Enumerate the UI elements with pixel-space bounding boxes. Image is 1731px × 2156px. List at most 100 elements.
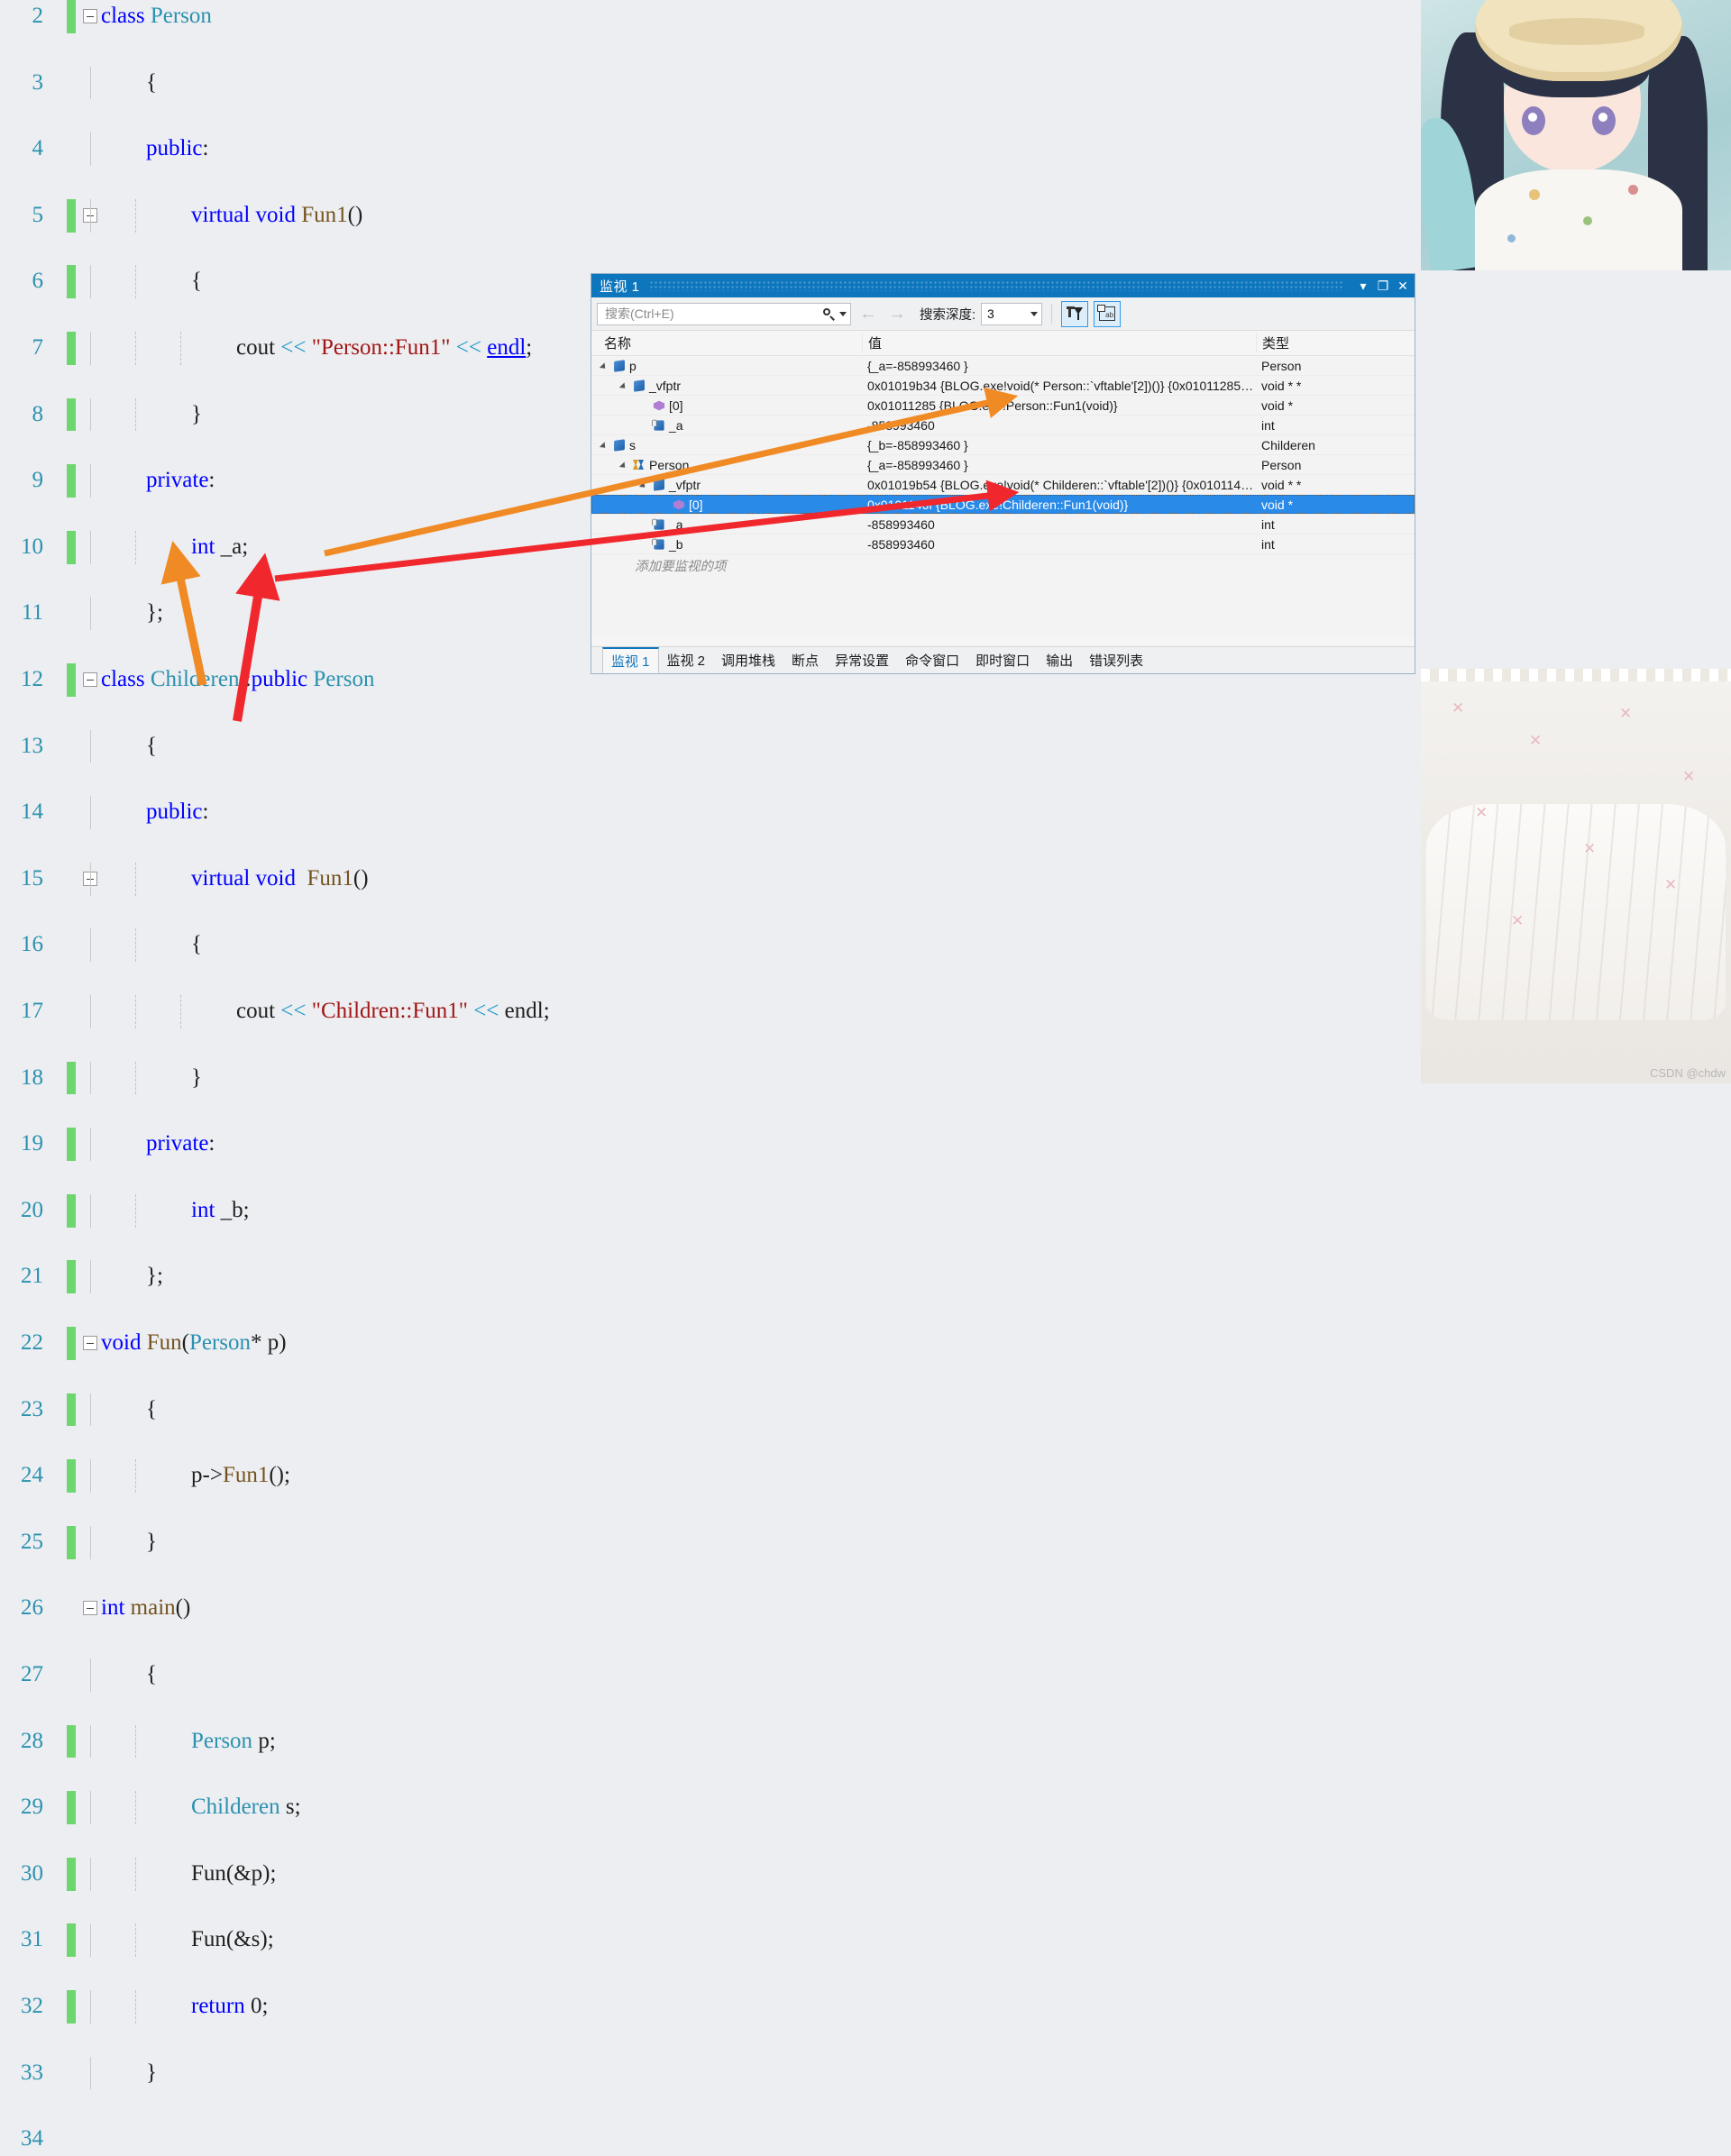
expander-open-icon[interactable] bbox=[620, 461, 629, 470]
fold-toggle-icon[interactable] bbox=[83, 1601, 97, 1616]
watch-row-value[interactable]: -858993460 bbox=[862, 517, 1256, 532]
code-line[interactable]: 29 Childeren s; bbox=[0, 1791, 1118, 1824]
debug-window-tabstrip[interactable]: 监视 1 监视 2 调用堆栈 断点 异常设置 命令窗口 即时窗口 输出 错误列表 bbox=[591, 646, 1415, 673]
code-line[interactable]: 30 Fun(&p); bbox=[0, 1857, 1118, 1891]
tab-4[interactable]: 断点 bbox=[783, 647, 827, 673]
code-line[interactable]: 32 return 0; bbox=[0, 1989, 1118, 2024]
code-line[interactable]: 2 class Person bbox=[0, 0, 1118, 33]
watch-row[interactable]: _b -858993460 int bbox=[591, 534, 1415, 554]
watch-row[interactable]: p {_a=-858993460 } Person bbox=[591, 356, 1415, 376]
code-line[interactable]: 25} bbox=[0, 1525, 1118, 1559]
watch-row-name-cell[interactable]: _vfptr bbox=[591, 379, 862, 393]
search-forward-arrow-icon[interactable]: → bbox=[885, 304, 909, 324]
watch-row-value[interactable]: 0x01019b54 {BLOG.exe!void(* Childeren::`… bbox=[862, 478, 1256, 492]
watch-row[interactable]: _vfptr 0x01019b54 {BLOG.exe!void(* Childe… bbox=[591, 475, 1415, 495]
code-line[interactable]: 4 public: bbox=[0, 132, 1118, 166]
tab-2[interactable]: 监视 2 bbox=[659, 647, 714, 673]
code-line[interactable]: 15 virtual void Fun1() bbox=[0, 862, 1118, 896]
watch-row-name-cell[interactable]: _a bbox=[591, 517, 862, 532]
code-line[interactable]: 27 { bbox=[0, 1658, 1118, 1692]
code-line[interactable]: 23 { bbox=[0, 1393, 1118, 1427]
column-header-name[interactable]: 名称 bbox=[591, 333, 862, 352]
code-line[interactable]: 20 int _b; bbox=[0, 1193, 1118, 1228]
window-maximize-icon[interactable]: ❐ bbox=[1373, 276, 1393, 296]
code-line[interactable]: 28 Person p; bbox=[0, 1724, 1118, 1759]
tab-3[interactable]: 调用堆栈 bbox=[713, 647, 783, 673]
code-line[interactable]: 22 void Fun(Person* p) bbox=[0, 1326, 1118, 1360]
watch-row-value[interactable]: 0x01011285 {BLOG.exe!Person::Fun1(void)} bbox=[862, 398, 1256, 413]
watch-row[interactable]: [0] 0x01011285 {BLOG.exe!Person::Fun1(voi… bbox=[591, 396, 1415, 416]
expander-open-icon[interactable] bbox=[620, 381, 629, 390]
watch-toolbar[interactable]: ← → 搜索深度: 3 ab bbox=[591, 297, 1415, 331]
watch-row[interactable]: _a -858993460 int bbox=[591, 515, 1415, 534]
watch-row[interactable]: s {_b=-858993460 } Childeren bbox=[591, 435, 1415, 455]
expander-none bbox=[640, 540, 649, 549]
search-depth-select[interactable]: 3 bbox=[981, 302, 1043, 325]
tab-6[interactable]: 命令窗口 bbox=[897, 647, 967, 673]
watch-row[interactable]: Person {_a=-858993460 } Person bbox=[591, 455, 1415, 475]
expander-open-icon[interactable] bbox=[600, 441, 609, 450]
code-line[interactable]: 31 Fun(&s); bbox=[0, 1923, 1118, 1958]
search-options-chevron-down-icon[interactable] bbox=[839, 311, 847, 316]
fold-toggle-icon[interactable] bbox=[83, 671, 97, 687]
line-number: 29 bbox=[21, 1795, 43, 1820]
code-line[interactable]: 19 private: bbox=[0, 1128, 1118, 1161]
indent-guide bbox=[90, 198, 91, 233]
code-line[interactable]: 24 p->Fun1(); bbox=[0, 1459, 1118, 1493]
watch-row-name-cell[interactable]: p bbox=[591, 359, 862, 373]
code-line[interactable]: 16 { bbox=[0, 928, 1118, 963]
watch-row-name-cell[interactable]: [0] bbox=[591, 398, 862, 413]
watch-row-name-cell[interactable]: _b bbox=[591, 537, 862, 552]
search-icon[interactable] bbox=[822, 307, 836, 321]
code-line[interactable]: 3{ bbox=[0, 66, 1118, 100]
add-watch-item-row[interactable]: 添加要监视的项 bbox=[591, 554, 1415, 576]
watch-row-value[interactable]: {_a=-858993460 } bbox=[862, 458, 1256, 472]
fold-toggle-icon[interactable] bbox=[83, 9, 97, 23]
watch-row-value[interactable]: -858993460 bbox=[862, 418, 1256, 433]
watch-row-name-cell[interactable]: [0] bbox=[591, 498, 862, 512]
watch-row[interactable]: [0] 0x0101146f {BLOG.exe!Childeren::Fun1(… bbox=[591, 495, 1415, 515]
watch-grid-body[interactable]: p {_a=-858993460 } Person _vfptr 0x01019b34 … bbox=[591, 356, 1415, 637]
column-header-value[interactable]: 值 bbox=[862, 333, 1256, 352]
watch-row[interactable]: _vfptr 0x01019b34 {BLOG.exe!void(* Person… bbox=[591, 376, 1415, 396]
watch-row-name-cell[interactable]: _a bbox=[591, 418, 862, 433]
watch-row-value[interactable]: {_b=-858993460 } bbox=[862, 438, 1256, 452]
watch-row-value[interactable]: -858993460 bbox=[862, 537, 1256, 552]
search-back-arrow-icon[interactable]: ← bbox=[856, 304, 880, 324]
hex-display-button[interactable]: ab bbox=[1094, 300, 1122, 327]
code-line[interactable]: 5 virtual void Fun1() bbox=[0, 198, 1118, 233]
watch-row-value[interactable]: {_a=-858993460 } bbox=[862, 359, 1256, 373]
watch-window[interactable]: 监视 1 ▾ ❐ ✕ ← → 搜索深度: 3 ab 名称 值 bbox=[591, 273, 1415, 674]
expander-open-icon[interactable] bbox=[600, 361, 609, 370]
pin-filter-button[interactable] bbox=[1061, 300, 1089, 327]
search-box[interactable] bbox=[597, 302, 851, 325]
column-header-type[interactable]: 类型 bbox=[1256, 333, 1415, 352]
tab-1[interactable]: 监视 1 bbox=[602, 647, 659, 673]
code-line[interactable]: 18} bbox=[0, 1061, 1118, 1095]
code-line[interactable]: 13 { bbox=[0, 729, 1118, 763]
expander-open-icon[interactable] bbox=[640, 480, 649, 489]
code-line[interactable]: 14 public: bbox=[0, 796, 1118, 829]
chevron-down-icon[interactable] bbox=[1030, 311, 1039, 316]
watch-row-name-cell[interactable]: s bbox=[591, 438, 862, 452]
watch-row-value[interactable]: 0x0101146f {BLOG.exe!Childeren::Fun1(voi… bbox=[862, 498, 1256, 512]
window-close-icon[interactable]: ✕ bbox=[1393, 276, 1413, 296]
tab-9[interactable]: 错误列表 bbox=[1081, 647, 1151, 673]
code-line[interactable]: 21}; bbox=[0, 1260, 1118, 1294]
window-dropdown-icon[interactable]: ▾ bbox=[1353, 276, 1373, 296]
tab-7[interactable]: 即时窗口 bbox=[967, 647, 1038, 673]
code-line[interactable]: 17 cout << "Children::Fun1" << endl; bbox=[0, 994, 1118, 1028]
code-line[interactable]: 33} bbox=[0, 2056, 1118, 2090]
tab-5[interactable]: 异常设置 bbox=[827, 647, 897, 673]
watch-row-name-cell[interactable]: Person bbox=[591, 458, 862, 472]
code-line[interactable]: 34 bbox=[0, 2123, 1118, 2156]
watch-row[interactable]: _a -858993460 int bbox=[591, 416, 1415, 435]
watch-row-value[interactable]: 0x01019b34 {BLOG.exe!void(* Person::`vft… bbox=[862, 379, 1256, 393]
code-line[interactable]: 26 int main() bbox=[0, 1592, 1118, 1625]
search-input[interactable] bbox=[603, 306, 822, 322]
watch-window-titlebar[interactable]: 监视 1 ▾ ❐ ✕ bbox=[591, 274, 1415, 297]
watch-row-name-cell[interactable]: _vfptr bbox=[591, 478, 862, 492]
fold-toggle-icon[interactable] bbox=[83, 1335, 97, 1350]
tab-8[interactable]: 输出 bbox=[1038, 647, 1081, 673]
character-eye-right bbox=[1592, 106, 1616, 135]
